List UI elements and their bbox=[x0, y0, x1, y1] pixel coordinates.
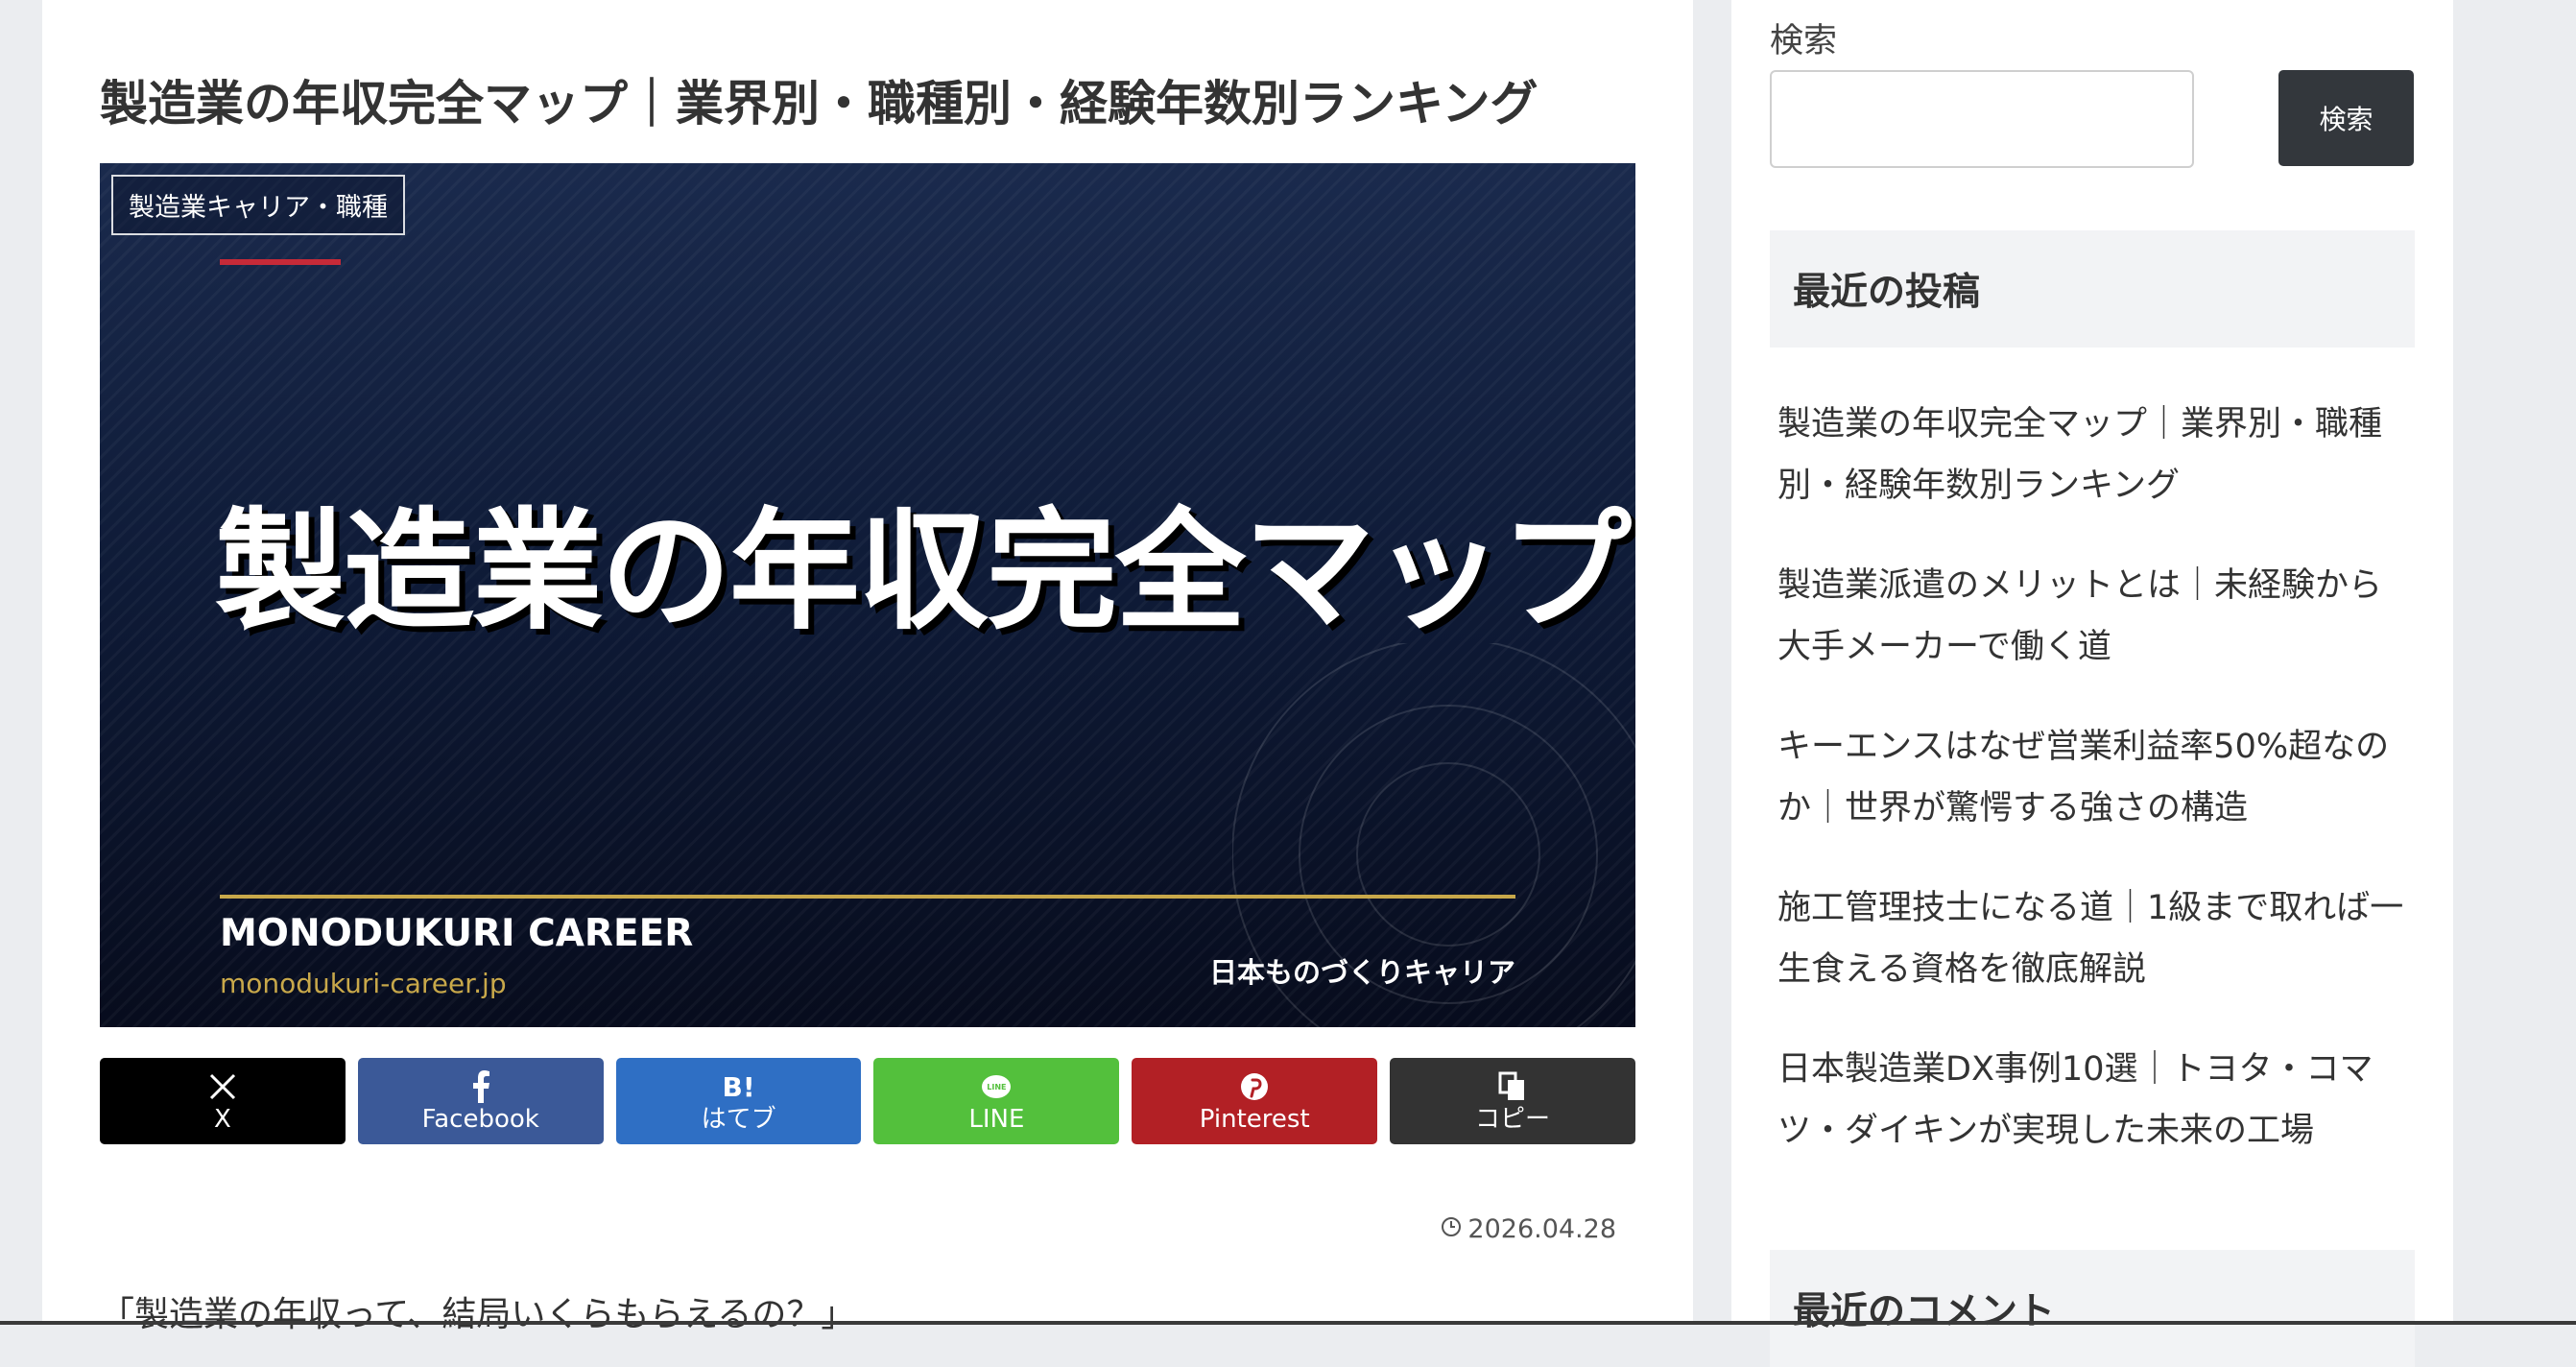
x-logo-icon bbox=[208, 1068, 237, 1105]
clock-icon bbox=[1441, 1214, 1462, 1244]
share-x-button[interactable]: X bbox=[100, 1058, 346, 1144]
recent-post-link[interactable]: キーエンスはなぜ営業利益率50%超なのか｜世界が驚愕する強さの構造 bbox=[1777, 716, 2407, 839]
share-copy-button[interactable]: コピー bbox=[1390, 1058, 1635, 1144]
post-date: 2026.04.28 bbox=[1441, 1214, 1616, 1244]
category-label[interactable]: 製造業キャリア・職種 bbox=[111, 175, 405, 235]
pinterest-icon bbox=[1239, 1068, 1270, 1105]
recent-posts-heading: 最近の投稿 bbox=[1770, 230, 2415, 348]
share-line-button[interactable]: LINE LINE bbox=[873, 1058, 1120, 1144]
accent-bar bbox=[220, 259, 341, 265]
main-content: 製造業の年収完全マップ｜業界別・職種別・経験年数別ランキング 製造業キャリア・職… bbox=[42, 0, 1693, 1334]
brand-url: monodukuri-career.jp bbox=[220, 968, 507, 999]
post-date-text: 2026.04.28 bbox=[1467, 1214, 1616, 1244]
recent-post-link[interactable]: 製造業の年収完全マップ｜業界別・職種別・経験年数別ランキング bbox=[1777, 394, 2407, 516]
sidebar: 検索 検索 最近の投稿 製造業の年収完全マップ｜業界別・職種別・経験年数別ランキ… bbox=[1731, 0, 2453, 1367]
share-hatena-label: はてブ bbox=[701, 1105, 776, 1134]
copy-icon bbox=[1498, 1068, 1527, 1105]
hatena-bookmark-icon: B! bbox=[722, 1070, 755, 1103]
brand-name: MONODUKURI CAREER bbox=[220, 912, 694, 955]
share-x-label: X bbox=[214, 1105, 231, 1134]
share-pinterest-label: Pinterest bbox=[1199, 1105, 1310, 1134]
recent-post-link[interactable]: 製造業派遣のメリットとは｜未経験から大手メーカーで働く道 bbox=[1777, 555, 2407, 678]
recent-post-link[interactable]: 日本製造業DX事例10選｜トヨタ・コマツ・ダイキンが実現した未来の工場 bbox=[1777, 1039, 2407, 1162]
recent-comments-heading: 最近のコメント bbox=[1770, 1250, 2415, 1367]
eyecatch-headline: 製造業の年収完全マップ bbox=[215, 496, 1632, 648]
recent-posts-list: 製造業の年収完全マップ｜業界別・職種別・経験年数別ランキング 製造業派遣のメリッ… bbox=[1777, 394, 2407, 1200]
window-bottom-edge bbox=[0, 1321, 2576, 1325]
search-button[interactable]: 検索 bbox=[2278, 70, 2414, 166]
line-icon: LINE bbox=[982, 1075, 1012, 1098]
search-label: 検索 bbox=[1770, 22, 1838, 60]
article-intro: 「製造業の年収って、結局いくらもらえるの？」 bbox=[100, 1295, 856, 1334]
gold-divider bbox=[220, 895, 1515, 899]
search-input[interactable] bbox=[1770, 70, 2194, 168]
share-facebook-button[interactable]: Facebook bbox=[357, 1058, 604, 1144]
share-facebook-label: Facebook bbox=[421, 1105, 539, 1134]
share-pinterest-button[interactable]: Pinterest bbox=[1132, 1058, 1378, 1144]
brand-jp-name: 日本ものづくりキャリア bbox=[1208, 956, 1515, 989]
recent-post-link[interactable]: 施工管理技士になる道｜1級まで取れば一生食える資格を徹底解説 bbox=[1777, 877, 2407, 1000]
share-hatena-button[interactable]: B! はてブ bbox=[615, 1058, 862, 1144]
share-buttons: X Facebook B! はてブ LINE LINE Pinterest コピ… bbox=[100, 1058, 1635, 1144]
facebook-icon bbox=[471, 1068, 490, 1105]
share-copy-label: コピー bbox=[1475, 1105, 1551, 1134]
eyecatch-image: 製造業キャリア・職種 製造業の年収完全マップ MONODUKURI CAREER… bbox=[100, 163, 1635, 1027]
article-title: 製造業の年収完全マップ｜業界別・職種別・経験年数別ランキング bbox=[100, 76, 1538, 132]
share-line-label: LINE bbox=[968, 1105, 1025, 1134]
